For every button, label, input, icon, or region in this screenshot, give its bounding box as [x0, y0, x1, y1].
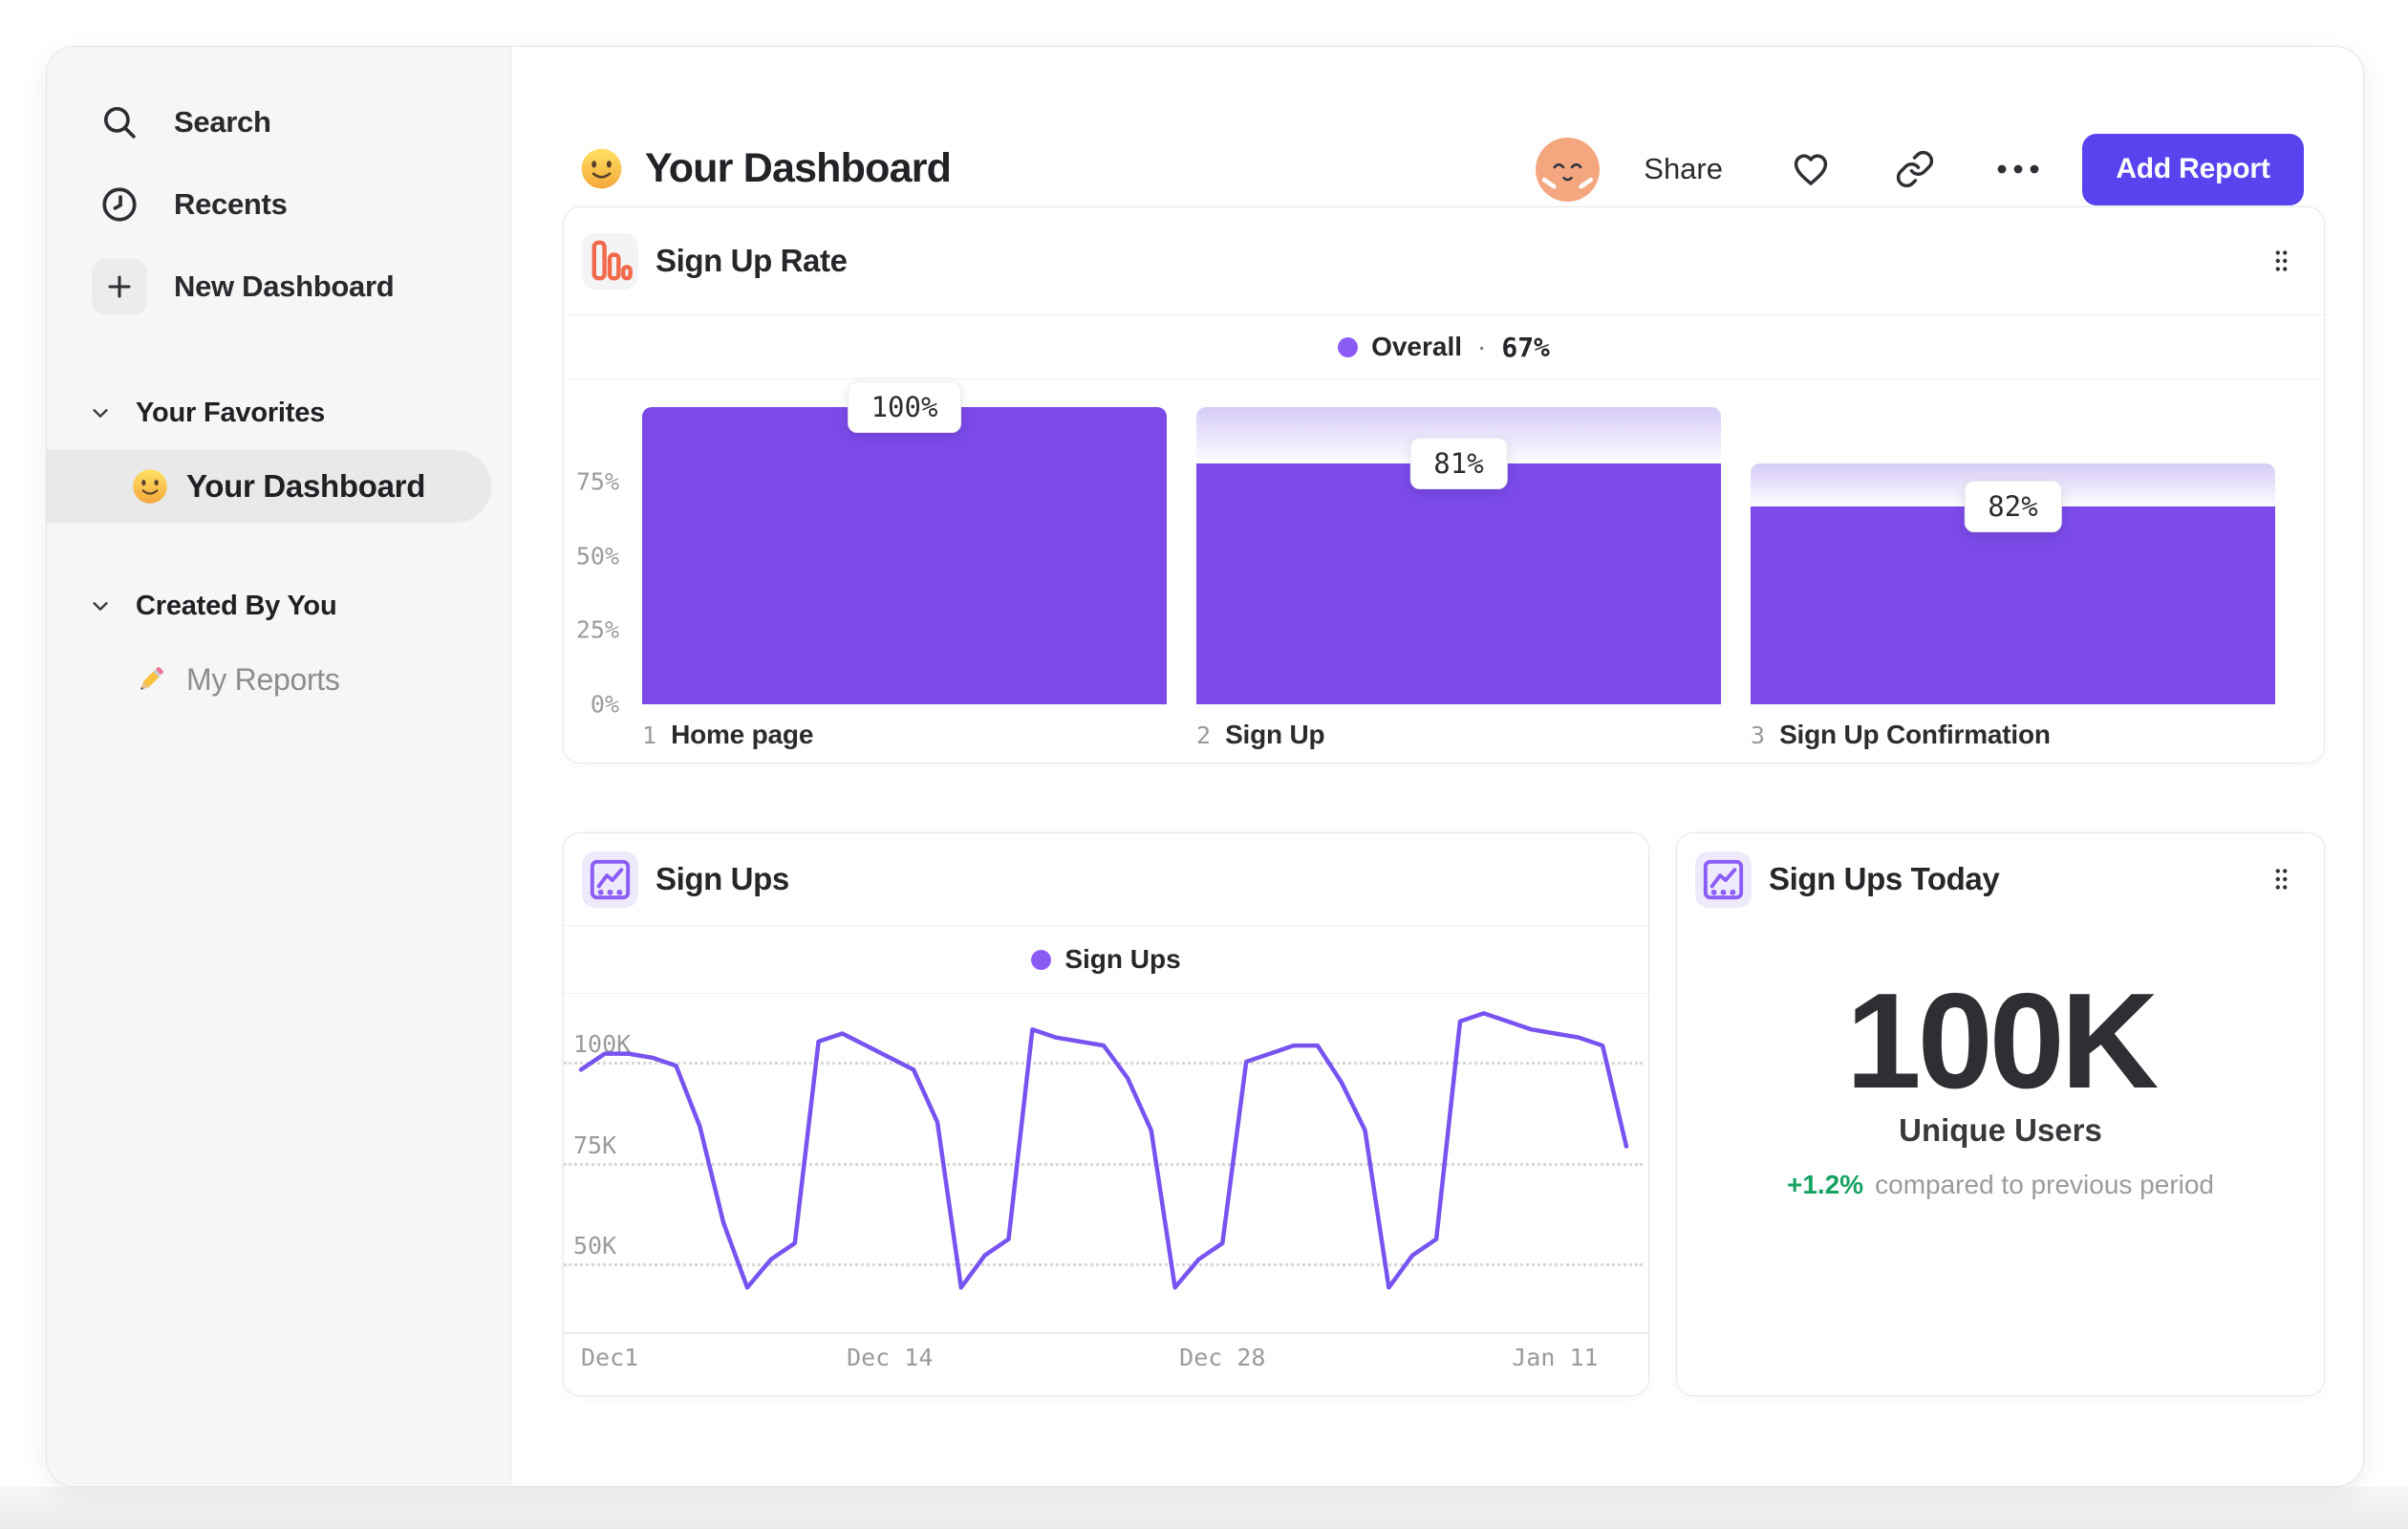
page-header: Your Dashboard [579, 133, 952, 204]
funnel-conversion-tooltip: 82% [1964, 481, 2062, 533]
legend-dot-icon [1338, 336, 1359, 357]
section-label: Created By You [136, 590, 337, 621]
sidebar-item-your-dashboard[interactable]: Your Dashboard [47, 450, 491, 523]
funnel-ytick-label: 50% [575, 542, 619, 570]
funnel-step-name: Sign Up [1225, 720, 1325, 749]
line-chart-icon [1695, 851, 1752, 908]
card-title[interactable]: Sign Ups Today [1769, 861, 2000, 897]
funnel-bar [642, 407, 1167, 704]
card-sign-up-rate: Sign Up Rate Overall · 67% 75% 50% 25% 0… [563, 206, 2325, 764]
sidebar-item-label: Your Dashboard [186, 468, 426, 504]
sidebar-item-label: Search [174, 105, 271, 139]
stat-label: Unique Users [1899, 1112, 2102, 1148]
heart-icon[interactable] [1790, 148, 1832, 190]
line-series [578, 1011, 1629, 1290]
share-button[interactable]: Share [1644, 152, 1723, 186]
drag-handle-icon[interactable] [2273, 248, 2290, 273]
header-actions: Share Add Report [1536, 133, 2304, 205]
sidebar-item-label: Recents [174, 187, 288, 221]
sidebar-item-label: New Dashboard [174, 269, 395, 303]
dashboard-container: Search Recents New Dashboard Your Favori… [46, 46, 2364, 1487]
add-report-button[interactable]: Add Report [2082, 133, 2304, 205]
funnel-bar [1196, 463, 1721, 704]
clock-icon [99, 184, 140, 225]
drag-handle-icon[interactable] [2273, 867, 2290, 892]
funnel-step-label: 3 Sign Up Confirmation [1751, 720, 2051, 750]
chevron-down-icon [90, 402, 111, 423]
search-icon [99, 102, 140, 142]
link-icon[interactable] [1895, 149, 1935, 189]
sidebar-section-your-favorites[interactable]: Your Favorites [47, 384, 511, 441]
sidebar-item-label: My Reports [186, 661, 340, 697]
pencil-emoji [133, 661, 169, 698]
sidebar-item-new-dashboard[interactable]: New Dashboard [47, 246, 511, 328]
plus-icon [92, 259, 147, 314]
funnel-conversion-tooltip: 100% [847, 381, 962, 433]
funnel-bars-icon [582, 232, 638, 290]
line-chart-icon [582, 851, 638, 908]
ellipsis-icon[interactable] [1996, 163, 2040, 175]
legend-series-name: Overall [1371, 332, 1463, 361]
smiley-emoji [579, 146, 624, 191]
funnel-legend: Overall · 67% [564, 315, 2324, 379]
smiley-emoji [131, 467, 169, 506]
stat-delta-row: +1.2% compared to previous period [1677, 1166, 2324, 1204]
section-label: Your Favorites [136, 397, 326, 428]
page-background-strip [0, 1487, 2408, 1529]
sidebar-item-search[interactable]: Search [47, 81, 511, 163]
card-sign-ups: Sign Ups Sign Ups 100K 75K 50K Dec1 Dec 14 De… [563, 832, 1649, 1396]
sidebar-section-created-by-you[interactable]: Created By You [47, 577, 511, 635]
funnel-step-name: Home page [671, 720, 814, 749]
legend-dot-icon [1031, 949, 1052, 970]
funnel-step-number: 3 [1751, 721, 1766, 749]
funnel-conversion-tooltip: 81% [1409, 438, 1508, 490]
funnel-step-label: 1 Home page [642, 720, 813, 750]
legend-separator: · [1477, 332, 1487, 361]
main-content: Your Dashboard Share Add Report Sign Up … [512, 47, 2363, 1486]
funnel-ytick-label: 0% [590, 690, 619, 719]
card-header: Sign Up Rate [564, 207, 2324, 315]
funnel-bar [1751, 506, 2275, 704]
sidebar-item-my-reports[interactable]: My Reports [47, 651, 511, 708]
line-legend: Sign Ups [564, 926, 1648, 994]
funnel-step-label: 2 Sign Up [1196, 720, 1325, 750]
line-chart: 100K 75K 50K Dec1 Dec 14 Dec 28 Jan 11 [564, 994, 1648, 1395]
funnel-chart: 75% 50% 25% 0% 1 Home page 2 Sign Up 3 Sign Up Co… [564, 379, 2324, 763]
page-title: Your Dashboard [645, 144, 952, 191]
funnel-ytick-label: 25% [575, 615, 619, 644]
chevron-down-icon [90, 595, 111, 616]
stat-delta-note: compared to previous period [1875, 1170, 2215, 1199]
funnel-step-number: 1 [642, 721, 657, 749]
stat-value: 100K [1845, 965, 2159, 1117]
avatar[interactable] [1536, 137, 1601, 202]
sidebar-item-recents[interactable]: Recents [47, 163, 511, 246]
app-window: Search Recents New Dashboard Your Favori… [0, 0, 2408, 1529]
funnel-ytick-label: 75% [575, 467, 619, 496]
card-header: Sign Ups Today [1677, 833, 2324, 925]
card-title[interactable]: Sign Up Rate [656, 243, 848, 279]
funnel-step-name: Sign Up Confirmation [1779, 720, 2051, 749]
funnel-step-number: 2 [1196, 721, 1212, 749]
card-title[interactable]: Sign Ups [656, 861, 789, 897]
card-header: Sign Ups [564, 833, 1648, 926]
card-sign-ups-today: Sign Ups Today 100K Unique Users +1.2% co… [1676, 832, 2325, 1396]
legend-series-name: Sign Ups [1064, 944, 1181, 974]
stat-delta: +1.2% [1786, 1170, 1864, 1199]
legend-value: 67% [1501, 331, 1550, 363]
sidebar: Search Recents New Dashboard Your Favori… [47, 47, 512, 1486]
